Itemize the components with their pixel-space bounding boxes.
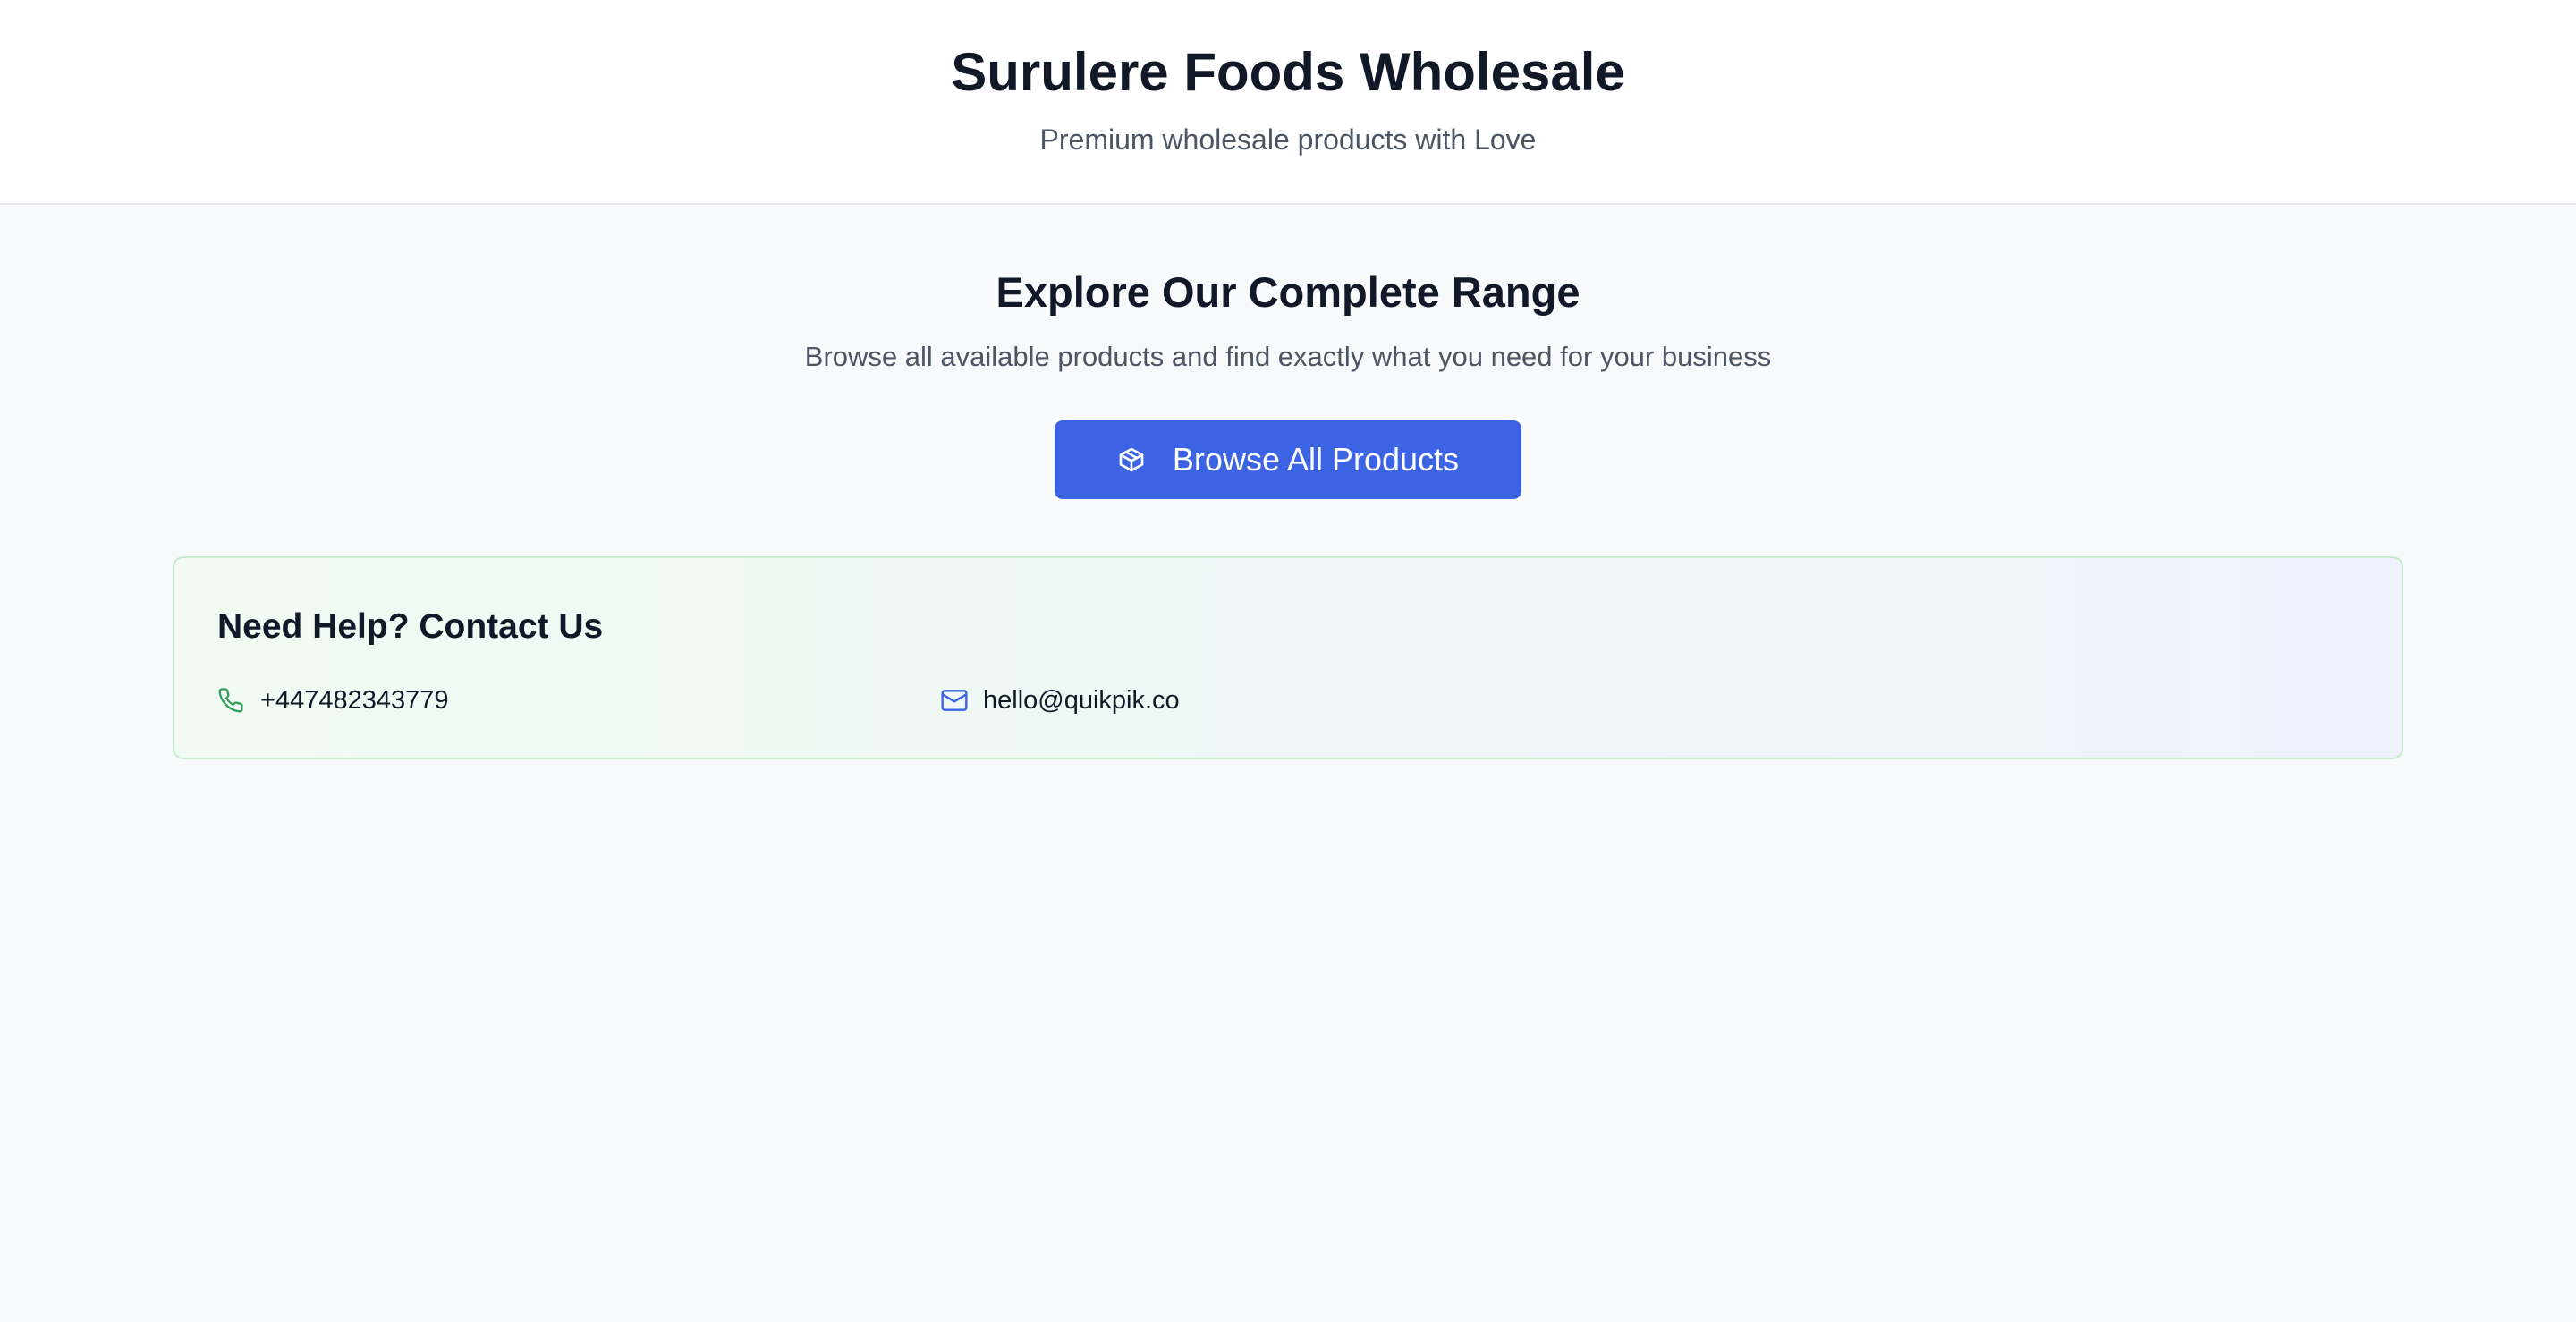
browse-all-products-button[interactable]: Browse All Products bbox=[1055, 420, 1521, 499]
store-subtitle: Premium wholesale products with Love bbox=[1039, 123, 1537, 156]
contact-email[interactable]: hello@quikpik.co bbox=[940, 683, 1180, 717]
email-address: hello@quikpik.co bbox=[983, 686, 1180, 715]
phone-number: +447482343779 bbox=[260, 686, 449, 715]
package-icon bbox=[1117, 445, 1146, 474]
contact-title: Need Help? Contact Us bbox=[217, 607, 604, 646]
section-title: Explore Our Complete Range bbox=[996, 268, 1580, 316]
contact-phone[interactable]: +447482343779 bbox=[217, 683, 448, 717]
store-title: Surulere Foods Wholesale bbox=[951, 42, 1625, 102]
site-header: Surulere Foods Wholesale Premium wholesa… bbox=[0, 0, 2576, 205]
contact-card: Need Help? Contact Us +447482343779 hell… bbox=[173, 556, 2403, 759]
section-subtitle: Browse all available products and find e… bbox=[804, 341, 1772, 372]
browse-button-label: Browse All Products bbox=[1172, 441, 1460, 478]
phone-icon bbox=[217, 686, 246, 715]
mail-icon bbox=[940, 686, 969, 715]
